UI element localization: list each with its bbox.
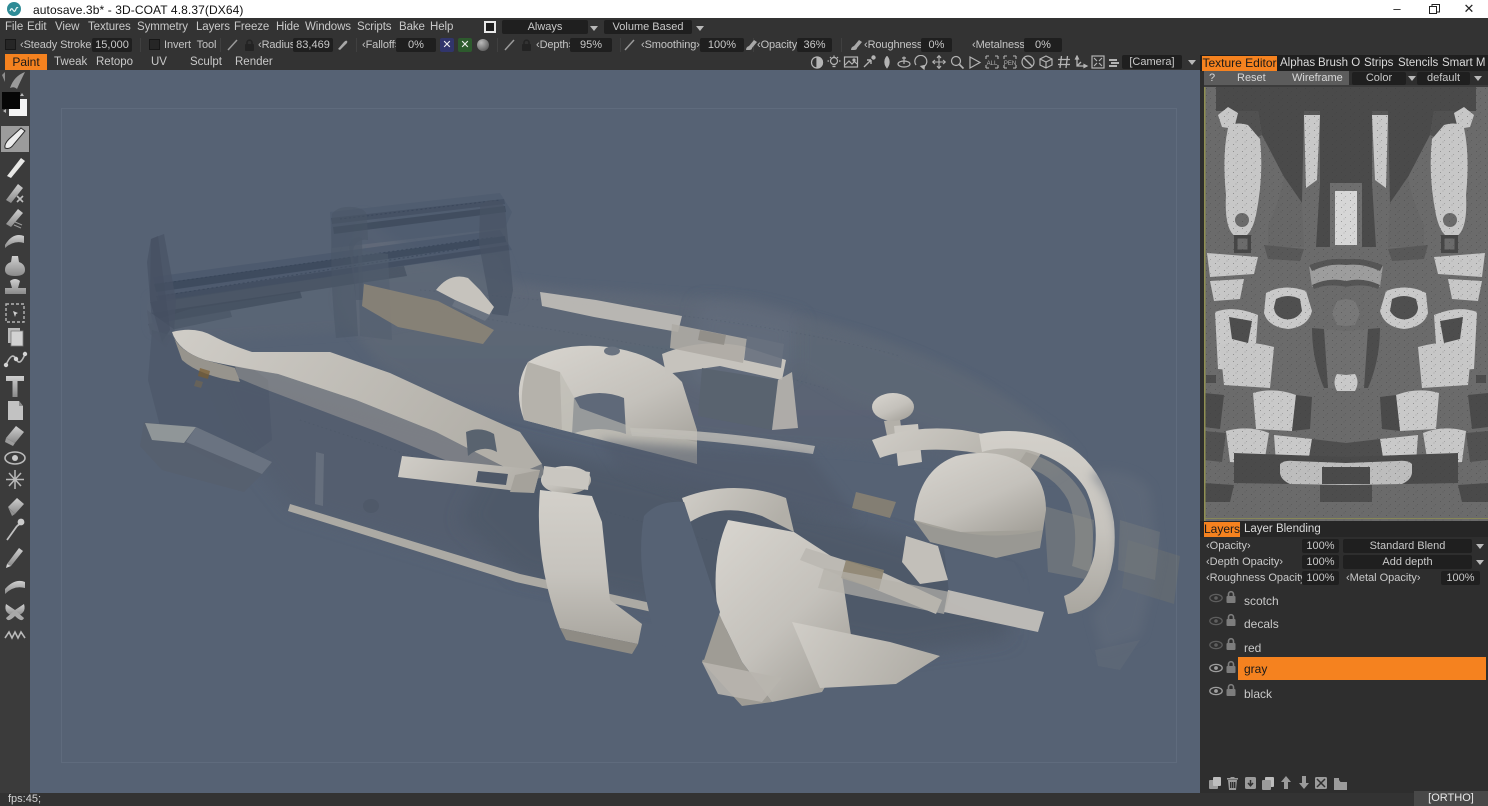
svg-text:PEN: PEN	[1004, 61, 1016, 67]
svg-text:ALL: ALL	[987, 61, 998, 67]
